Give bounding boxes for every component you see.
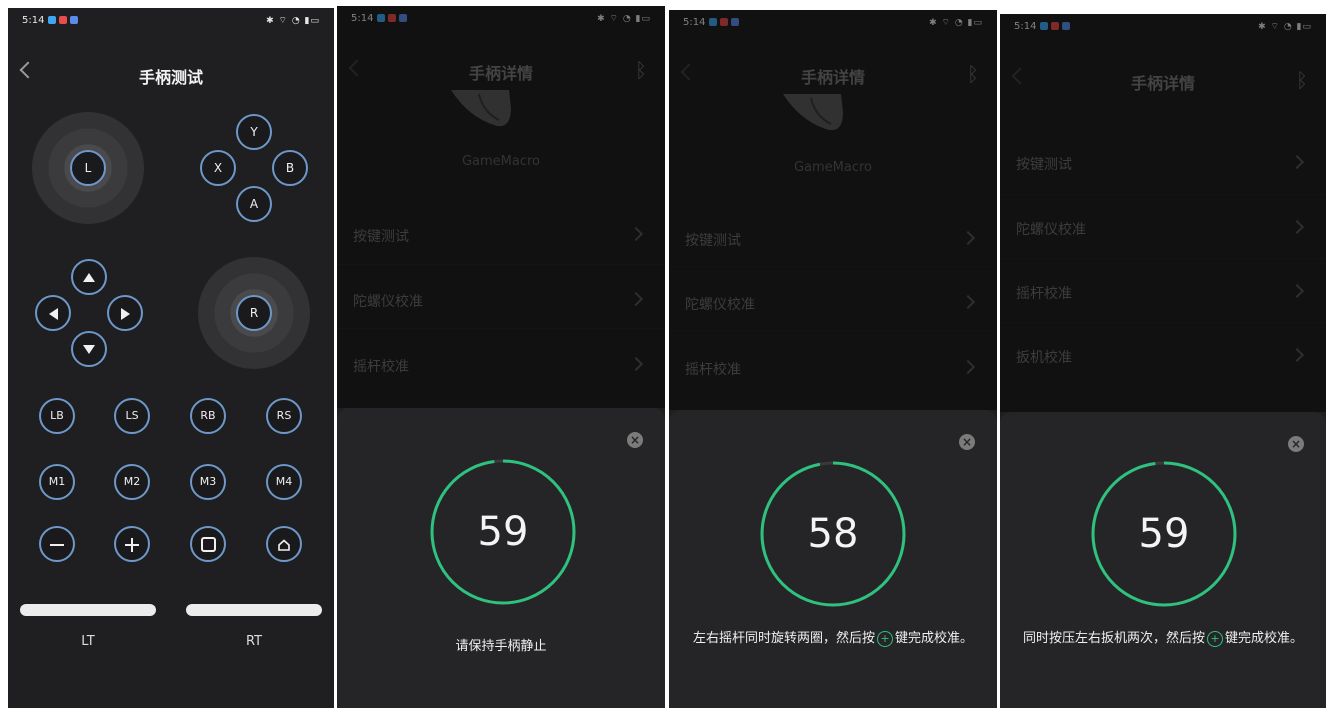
calibration-instruction: 左右摇杆同时旋转两圈，然后按 + 键完成校准。 xyxy=(679,630,987,647)
dpad-up-button[interactable] xyxy=(71,259,107,295)
plus-button[interactable] xyxy=(114,526,150,562)
left-stick-area[interactable]: L xyxy=(32,112,144,224)
page-title: 手柄测试 xyxy=(138,68,203,87)
capture-icon xyxy=(200,537,216,552)
minus-icon xyxy=(50,543,64,546)
calibration-sheet: × 58 左右摇杆同时旋转两圈，然后按 + 键完成校准。 xyxy=(669,410,997,708)
dpad-down-button[interactable] xyxy=(71,331,107,367)
close-icon[interactable]: × xyxy=(959,434,975,450)
right-stick-knob[interactable]: R xyxy=(236,295,272,331)
calibration-instruction: 请保持手柄静止 xyxy=(455,639,547,654)
arrow-left-icon xyxy=(48,307,58,320)
m4-button[interactable]: M4 xyxy=(266,464,302,500)
dim-overlay xyxy=(669,10,997,410)
rt-label: RT xyxy=(245,634,263,649)
m2-button[interactable]: M2 xyxy=(114,464,150,500)
plus-key-icon: + xyxy=(877,630,893,647)
right-stick-area[interactable]: R xyxy=(198,257,310,369)
b-button[interactable]: B xyxy=(272,150,308,186)
a-button[interactable]: A xyxy=(236,186,272,222)
countdown-number: 58 xyxy=(807,511,859,557)
calibration-sheet: × 59 请保持手柄静止 xyxy=(337,408,665,708)
plus-key-icon: + xyxy=(1207,630,1223,647)
rs-button[interactable]: RS xyxy=(266,398,302,434)
instruction-text-part1: 左右摇杆同时旋转两圈，然后按 xyxy=(692,631,875,646)
rt-trigger-bar xyxy=(186,604,322,616)
dpad-right-button[interactable] xyxy=(107,295,143,331)
capture-button[interactable] xyxy=(190,526,226,562)
home-icon xyxy=(278,538,290,551)
lt-trigger-bar xyxy=(20,604,156,616)
calibration-instruction: 同时按压左右扳机两次，然后按 + 键完成校准。 xyxy=(1010,630,1316,647)
notification-icons xyxy=(48,16,78,24)
m1-button[interactable]: M1 xyxy=(39,464,75,500)
lt-label: LT xyxy=(81,634,95,649)
rb-button[interactable]: RB xyxy=(190,398,226,434)
screen-trigger-calibration: 5:14 ✱ ⌔ ◔ ▮▭ 手柄详情 ᛒ 按键测试 陀螺仪校准 摇杆校准 扳机校… xyxy=(1000,14,1326,708)
y-button[interactable]: Y xyxy=(236,114,272,150)
calibration-sheet: × 59 同时按压左右扳机两次，然后按 + 键完成校准。 xyxy=(1000,412,1326,708)
screen-stick-calibration: 5:14 ✱ ⌔ ◔ ▮▭ 手柄详情 ᛒ GameMacro 按键测试 陀螺仪校… xyxy=(669,10,997,708)
dpad-left-button[interactable] xyxy=(35,295,71,331)
system-status-icons: ✱ ⌔ ◔ ▮▭ xyxy=(266,16,320,26)
countdown-number: 59 xyxy=(477,509,529,555)
instruction-text-part2: 键完成校准。 xyxy=(895,631,974,646)
close-icon[interactable]: × xyxy=(1288,436,1304,452)
m3-button[interactable]: M3 xyxy=(190,464,226,500)
screen-gamepad-test: 5:14 ✱ ⌔ ◔ ▮▭ 手柄测试 L Y X B A R LB LS RB … xyxy=(8,8,334,708)
minus-button[interactable] xyxy=(39,526,75,562)
lb-button[interactable]: LB xyxy=(39,398,75,434)
arrow-right-icon xyxy=(120,307,130,320)
dim-overlay xyxy=(337,6,665,408)
home-button[interactable] xyxy=(266,526,302,562)
arrow-down-icon xyxy=(83,345,95,354)
arrow-up-icon xyxy=(83,273,95,282)
instruction-text-part2: 键完成校准。 xyxy=(1225,631,1304,646)
ls-button[interactable]: LS xyxy=(114,398,150,434)
screen-gyro-calibration: 5:14 ✱ ⌔ ◔ ▮▭ 手柄详情 ᛒ GameMacro 按键测试 陀螺仪校… xyxy=(337,6,665,708)
x-button[interactable]: X xyxy=(200,150,236,186)
close-icon[interactable]: × xyxy=(627,432,643,448)
left-stick-knob[interactable]: L xyxy=(70,150,106,186)
status-time: 5:14 xyxy=(22,15,45,26)
plus-icon xyxy=(125,537,139,552)
countdown-number: 59 xyxy=(1138,511,1190,557)
instruction-text-part1: 同时按压左右扳机两次，然后按 xyxy=(1022,631,1205,646)
status-bar: 5:14 ✱ ⌔ ◔ ▮▭ xyxy=(8,8,334,34)
dim-overlay xyxy=(1000,14,1326,412)
